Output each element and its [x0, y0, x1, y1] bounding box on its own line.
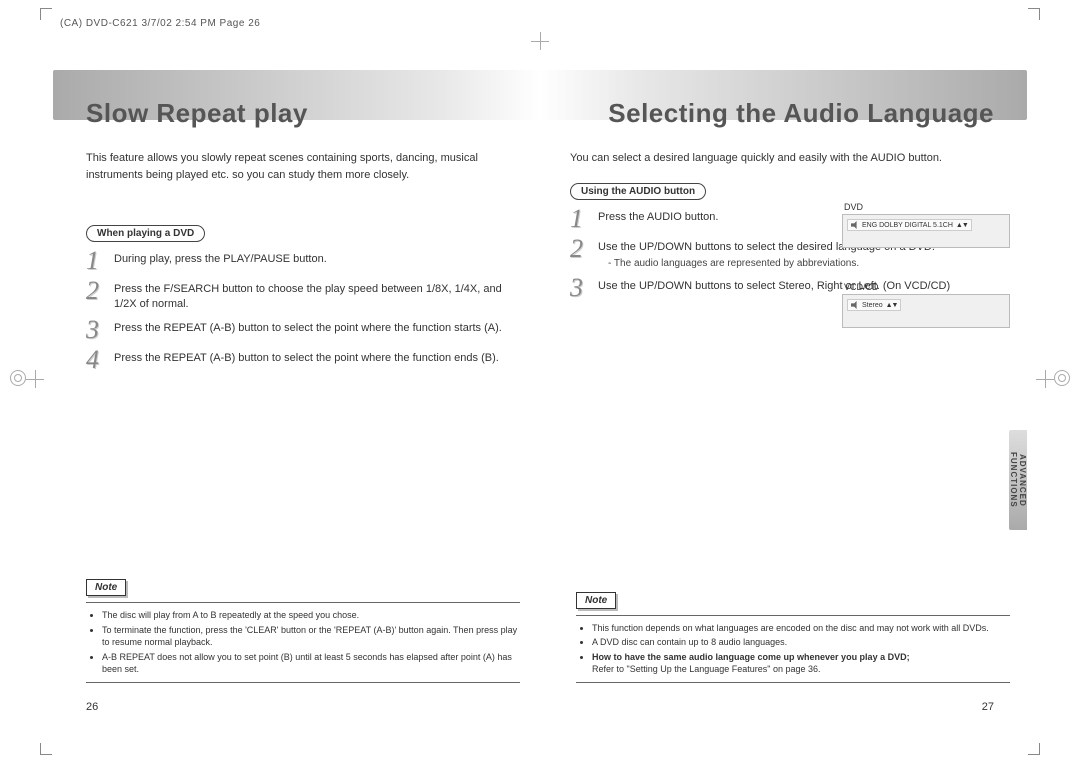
right-note-box: Note This function depends on what langu…	[576, 590, 1010, 683]
note-item: To terminate the function, press the 'CL…	[102, 624, 520, 649]
updown-icon: ▲▼	[956, 222, 968, 229]
note-ref: Refer to "Setting Up the Language Featur…	[592, 664, 821, 674]
page-spread: Slow Repeat play Selecting the Audio Lan…	[50, 50, 1030, 723]
right-intro: You can select a desired language quickl…	[570, 150, 1010, 167]
registration-cross	[1036, 370, 1054, 388]
note-item: A DVD disc can contain up to 8 audio lan…	[592, 636, 1010, 649]
note-item: This function depends on what languages …	[592, 622, 1010, 635]
osd-label: DVD	[842, 202, 1010, 212]
step-number: 4	[86, 347, 104, 373]
step-text: Press the REPEAT (A-B) button to select …	[114, 347, 499, 366]
step-number: 3	[86, 317, 104, 343]
osd-screen: ENG DOLBY DIGITAL 5.1CH ▲▼	[842, 214, 1010, 248]
osd-text: Stereo	[862, 302, 883, 309]
step-number: 1	[86, 248, 104, 274]
registration-cross	[26, 370, 44, 388]
osd-readout: Stereo ▲▼	[847, 299, 901, 311]
step-1: 1 During play, press the PLAY/PAUSE butt…	[86, 248, 510, 274]
registration-cross	[531, 32, 549, 50]
section-tab-label: ADVANCED FUNCTIONS	[1009, 452, 1027, 508]
step-2: 2 Press the F/SEARCH button to choose th…	[86, 278, 510, 313]
registration-mark	[1054, 370, 1070, 386]
osd-text: ENG DOLBY DIGITAL 5.1CH	[862, 222, 953, 229]
step-3: 3 Press the REPEAT (A-B) button to selec…	[86, 317, 510, 343]
step-number: 2	[570, 236, 588, 262]
crop-mark	[40, 743, 52, 755]
step-4: 4 Press the REPEAT (A-B) button to selec…	[86, 347, 510, 373]
osd-vcd: VCD/CD Stereo ▲▼	[842, 282, 1010, 328]
step-number: 3	[570, 275, 588, 301]
speaker-icon	[851, 301, 859, 309]
osd-label: VCD/CD	[842, 282, 1010, 292]
note-label: Note	[86, 579, 126, 596]
osd-readout: ENG DOLBY DIGITAL 5.1CH ▲▼	[847, 219, 972, 231]
page-left: This feature allows you slowly repeat sc…	[50, 50, 540, 723]
step-number: 2	[86, 278, 104, 304]
right-section-pill: Using the AUDIO button	[570, 183, 706, 200]
left-intro: This feature allows you slowly repeat sc…	[70, 150, 510, 183]
registration-mark	[10, 370, 26, 386]
step-subnote: - The audio languages are represented by…	[598, 257, 935, 271]
osd-screen: Stereo ▲▼	[842, 294, 1010, 328]
page-right: You can select a desired language quickl…	[540, 50, 1030, 723]
step-number: 1	[570, 206, 588, 232]
crop-mark	[1028, 743, 1040, 755]
crop-mark	[40, 8, 52, 20]
page-meta-header: (CA) DVD-C621 3/7/02 2:54 PM Page 26	[60, 18, 260, 29]
note-bold: How to have the same audio language come…	[592, 652, 910, 662]
step-text: During play, press the PLAY/PAUSE button…	[114, 248, 327, 267]
left-section-pill: When playing a DVD	[86, 225, 205, 242]
crop-mark	[1028, 8, 1040, 20]
left-steps: 1 During play, press the PLAY/PAUSE butt…	[70, 248, 510, 373]
note-list: This function depends on what languages …	[576, 615, 1010, 683]
note-label: Note	[576, 592, 616, 609]
note-item: The disc will play from A to B repeatedl…	[102, 609, 520, 622]
section-tab: ADVANCED FUNCTIONS	[1009, 430, 1027, 530]
page-number-right: 27	[982, 701, 994, 713]
step-text: Press the F/SEARCH button to choose the …	[114, 278, 510, 313]
speaker-icon	[851, 221, 859, 229]
left-note-box: Note The disc will play from A to B repe…	[86, 577, 520, 683]
note-item: A-B REPEAT does not allow you to set poi…	[102, 651, 520, 676]
osd-dvd: DVD ENG DOLBY DIGITAL 5.1CH ▲▼	[842, 202, 1010, 248]
updown-icon: ▲▼	[886, 302, 898, 309]
note-item: How to have the same audio language come…	[592, 651, 1010, 676]
step-text: Press the REPEAT (A-B) button to select …	[114, 317, 502, 336]
note-list: The disc will play from A to B repeatedl…	[86, 602, 520, 683]
page-number-left: 26	[86, 701, 98, 713]
step-text: Press the AUDIO button.	[598, 206, 718, 225]
